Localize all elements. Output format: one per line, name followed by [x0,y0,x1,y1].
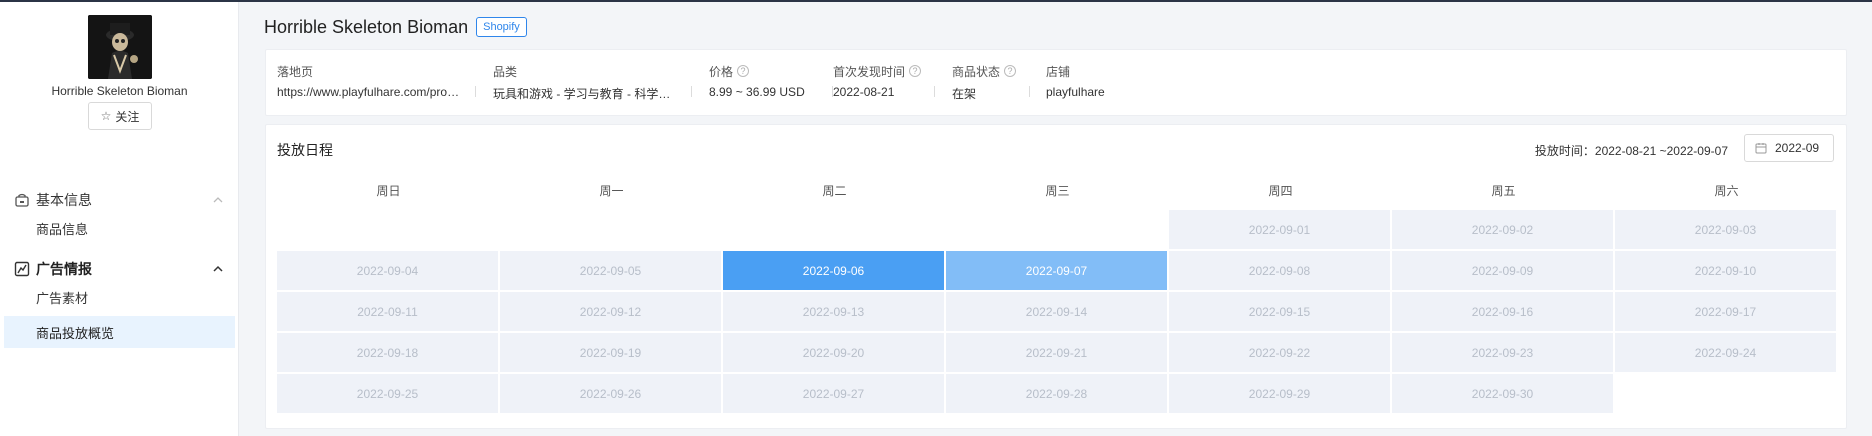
calendar-day-cell[interactable]: 2022-09-09 [1392,251,1613,290]
calendar-day-cell[interactable]: 2022-09-06 [723,251,944,290]
menu-group-label: 基本信息 [36,192,92,208]
calendar-day-cell[interactable]: 2022-09-17 [1615,292,1836,331]
help-icon[interactable]: ? [1004,65,1017,77]
follow-button[interactable]: ☆ 关注 [88,102,152,130]
price-label: 价格 [709,64,734,79]
month-value: 2022-09 [1775,141,1820,155]
chevron-up-icon [213,197,223,203]
product-image [88,15,152,79]
page-title: Horrible Skeleton Bioman [264,16,469,37]
menu-group-label: 广告情报 [36,261,92,277]
sidebar-item-placement-overview[interactable]: 商品投放概览 [4,316,235,348]
info-label: 商品状态 ? [952,63,1032,79]
calendar-day-cell[interactable]: 2022-09-25 [277,374,498,413]
info-landing: 落地页 https://www.playfulhare.com/products… [277,63,462,101]
first-seen-label: 首次发现时间 [833,64,906,79]
calendar-day-cell[interactable]: 2022-09-10 [1615,251,1836,290]
weekday-header: 周二 [822,184,847,198]
product-name: Horrible Skeleton Bioman [51,84,188,98]
help-icon[interactable]: ? [737,65,750,77]
weekday-header: 周五 [1491,184,1516,198]
divider [1029,86,1030,97]
calendar-day-cell[interactable]: 2022-09-27 [723,374,944,413]
calendar-day-cell[interactable]: 2022-09-22 [1169,333,1390,372]
info-label: 落地页 [277,64,314,79]
calendar-icon [1755,143,1767,154]
weekday-header: 周三 [1045,184,1070,198]
sidebar-item-label: 商品信息 [36,221,89,237]
month-picker[interactable]: 2022-09 [1744,134,1834,162]
divider [475,86,476,97]
info-label: 品类 [493,64,518,79]
page-header: Horrible Skeleton Bioman Shopify [264,15,527,39]
weekday-header: 周六 [1714,184,1739,198]
sidebar-item-label: 广告素材 [36,290,89,306]
weekday-header: 周一 [599,184,624,198]
calendar-day-cell[interactable]: 2022-09-23 [1392,333,1613,372]
sidebar-item-product-info[interactable]: 商品信息 [4,212,235,244]
divider [934,86,935,97]
category-value: 玩具和游戏 - 学习与教育 - 科学套件 [493,87,673,101]
sidebar: Horrible Skeleton Bioman ☆ 关注 基本信息 商品信息 … [0,2,239,436]
calendar-day-cell[interactable]: 2022-09-16 [1392,292,1613,331]
status-value: 在架 [952,87,977,101]
sidebar-item-label: 商品投放概览 [36,325,115,341]
calendar-day-cell[interactable]: 2022-09-02 [1392,210,1613,249]
calendar-day-cell[interactable]: 2022-09-14 [946,292,1167,331]
info-price: 价格 ? 8.99 ~ 36.99 USD [709,63,829,101]
platform-badge[interactable]: Shopify [476,17,527,37]
calendar-day-cell[interactable]: 2022-09-20 [723,333,944,372]
calendar-day-cell[interactable]: 2022-09-30 [1392,374,1613,413]
calendar-day-cell[interactable]: 2022-09-19 [500,333,721,372]
landing-url-link[interactable]: https://www.playfulhare.com/products/hor… [277,85,462,101]
info-status: 商品状态 ? 在架 [952,63,1032,101]
info-store: 店铺 playfulhare [1046,63,1166,101]
schedule-title: 投放日程 [277,142,333,158]
info-label: 店铺 [1046,64,1071,79]
calendar-day-cell[interactable]: 2022-09-08 [1169,251,1390,290]
top-border [0,0,1872,2]
calendar-day-cell[interactable]: 2022-09-15 [1169,292,1390,331]
calendar-day-cell[interactable]: 2022-09-13 [723,292,944,331]
calendar-day-cell[interactable]: 2022-09-07 [946,251,1167,290]
shop-icon [15,193,29,207]
schedule-card: 投放日程 投放时间：2022-08-21 ~2022-09-07 2022-09… [265,124,1847,429]
calendar-day-cell[interactable]: 2022-09-28 [946,374,1167,413]
calendar-day-cell[interactable]: 2022-09-29 [1169,374,1390,413]
help-icon[interactable]: ? [909,65,922,77]
weekday-header: 周四 [1268,184,1293,198]
first-seen-value: 2022-08-21 [833,85,895,99]
schedule-range: 投放时间：2022-08-21 ~2022-09-07 [1534,144,1728,158]
calendar-day-cell[interactable]: 2022-09-11 [277,292,498,331]
star-icon: ☆ [100,109,112,123]
calendar-day-cell[interactable]: 2022-09-24 [1615,333,1836,372]
sidebar-item-ad-creatives[interactable]: 广告素材 [4,281,235,313]
follow-label: 关注 [115,109,140,124]
divider [691,86,692,97]
info-label: 首次发现时间 ? [833,63,953,79]
product-info-card: 落地页 https://www.playfulhare.com/products… [265,49,1847,116]
calendar-day-cell[interactable]: 2022-09-12 [500,292,721,331]
calendar-day-cell[interactable]: 2022-09-01 [1169,210,1390,249]
info-category: 品类 玩具和游戏 - 学习与教育 - 科学套件 [493,63,673,102]
calendar-day-cell[interactable]: 2022-09-03 [1615,210,1836,249]
calendar-day-cell[interactable]: 2022-09-05 [500,251,721,290]
chevron-up-icon [213,265,223,272]
store-link[interactable]: playfulhare [1046,85,1166,101]
info-first-seen: 首次发现时间 ? 2022-08-21 [833,63,953,101]
calendar-day-cell[interactable]: 2022-09-04 [277,251,498,290]
calendar-day-cell[interactable]: 2022-09-21 [946,333,1167,372]
chart-icon [14,261,30,277]
calendar-day-cell[interactable]: 2022-09-18 [277,333,498,372]
info-label: 价格 ? [709,63,829,79]
calendar-day-cell[interactable]: 2022-09-26 [500,374,721,413]
status-label: 商品状态 [952,64,1001,79]
price-value: 8.99 ~ 36.99 USD [709,85,805,99]
weekday-header: 周日 [376,184,401,198]
